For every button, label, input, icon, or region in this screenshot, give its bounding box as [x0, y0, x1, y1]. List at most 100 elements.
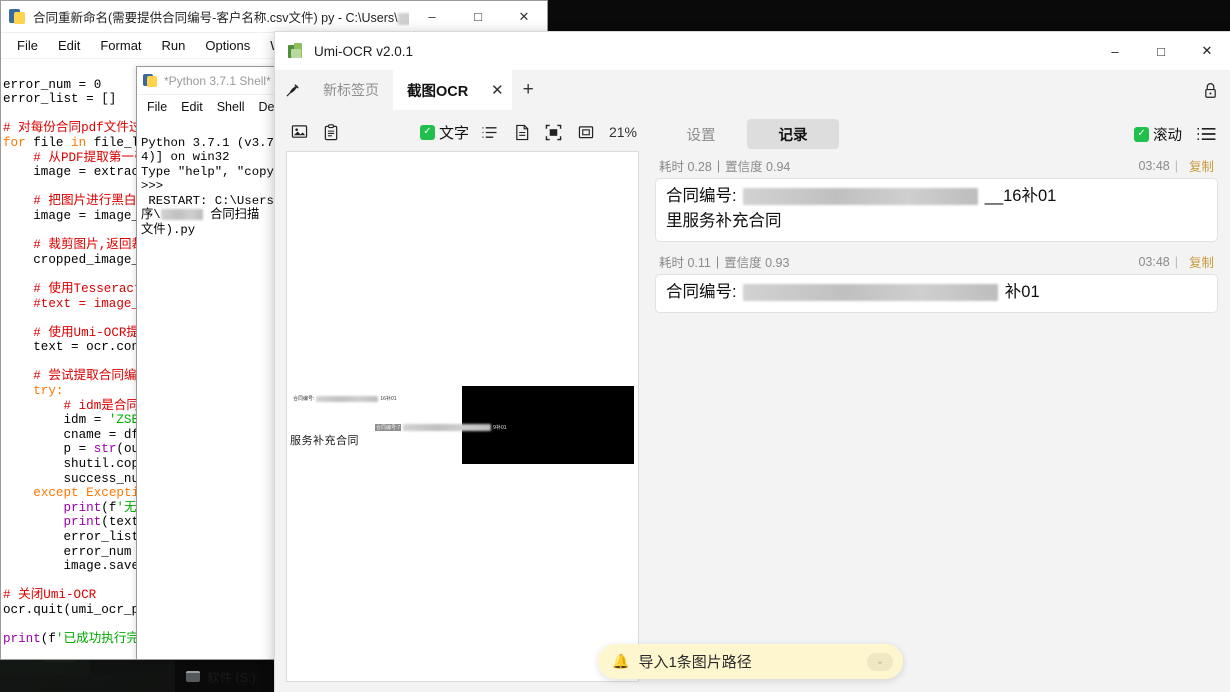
idle-close-button[interactable]: ✕	[501, 1, 547, 32]
umi-close-button[interactable]: ✕	[1184, 32, 1230, 70]
umi-content-body: ✓ 文字 21% 合同编号: 16补01 合同编号:7 9补01 服务补充合同 …	[275, 110, 1230, 692]
umi-minimize-button[interactable]: –	[1092, 32, 1138, 70]
idle-title-bar[interactable]: 合同重新命名(需要提供合同编号-客户名称.csv文件) py - C:\User…	[1, 1, 547, 33]
redacted-path	[397, 12, 409, 25]
code-line: image = image_to	[3, 208, 155, 223]
idle-minimize-button[interactable]: –	[409, 1, 455, 32]
idle-maximize-button[interactable]: □	[455, 1, 501, 32]
idle-menu-edit[interactable]: Edit	[48, 36, 90, 55]
crop-frame-icon[interactable]	[541, 120, 567, 144]
shell-menu-file[interactable]: File	[140, 98, 174, 116]
record-body[interactable]: 合同编号: 补01	[655, 274, 1218, 313]
record-body[interactable]: 合同编号: __16补01 里服务补充合同	[655, 178, 1218, 242]
record-meta-separator-2: |	[1174, 254, 1178, 269]
list-menu-icon[interactable]	[1194, 123, 1218, 145]
code-line: image.save(f	[3, 559, 154, 574]
record-timestamp: 03:48	[1138, 254, 1170, 269]
toast-notification[interactable]: 🔔 导入1条图片路径 ⌄	[598, 644, 903, 679]
record-duration: 耗时 0.28	[659, 160, 712, 174]
record-confidence: 置信度 0.93	[724, 256, 790, 270]
code-line: error_num +=	[3, 544, 155, 559]
code-line: shutil.copy(	[3, 457, 155, 472]
umi-ocr-window[interactable]: Umi-OCR v2.0.1 – □ ✕ 新标签页 截图OCR ✕ + ✓ 文字…	[275, 32, 1230, 692]
record-duration: 耗时 0.11	[659, 256, 711, 270]
result-record-list[interactable]: 耗时 0.28 | 置信度 0.94 03:48 | 复制 合同编号: __16…	[655, 150, 1218, 692]
result-panel-header[interactable]: 设置 记录 ✓ 滚动	[655, 118, 1218, 150]
idle-window-controls[interactable]: – □ ✕	[409, 1, 547, 32]
record-copy-button[interactable]: 复制	[1189, 252, 1214, 271]
tab-records[interactable]: 记录	[747, 119, 839, 149]
shell-output-area[interactable]: Python 3.7.1 (v3.7.1 4)] on win32 Type "…	[137, 119, 289, 237]
taskbar	[0, 660, 175, 692]
image-preview-panel: ✓ 文字 21% 合同编号: 16补01 合同编号:7 9补01 服务补充合同	[275, 110, 647, 692]
scan-line-2-prefix: 合同编号:7	[375, 424, 402, 431]
scan-redacted-1	[316, 395, 379, 402]
record-meta-separator: |	[716, 158, 721, 173]
auto-scroll-checkbox[interactable]: ✓ 滚动	[1134, 124, 1182, 145]
scan-line-1-suffix: 16补01	[380, 396, 397, 402]
shell-line: 文件).py	[141, 222, 196, 237]
idle-menu-options[interactable]: Options	[195, 36, 260, 55]
text-layer-label: 文字	[438, 124, 469, 142]
toast-collapse-button[interactable]: ⌄	[867, 652, 893, 671]
scan-line-1-prefix: 合同编号:	[293, 396, 315, 402]
result-record-card[interactable]: 耗时 0.11 | 置信度 0.93 03:48 | 复制 合同编号: 补01	[655, 252, 1218, 313]
image-toolbar[interactable]: ✓ 文字 21%	[286, 118, 639, 146]
shell-line: RESTART: C:\Users\	[141, 193, 282, 208]
toast-message: 导入1条图片路径	[638, 654, 752, 671]
list-lines-icon[interactable]	[477, 120, 503, 144]
pin-icon[interactable]	[275, 70, 309, 110]
record-meta-separator-2: |	[1174, 158, 1178, 173]
shell-title-bar[interactable]: *Python 3.7.1 Shell*	[137, 67, 281, 95]
paste-clipboard-icon[interactable]	[318, 120, 344, 144]
shell-line: Python 3.7.1 (v3.7.1	[141, 135, 289, 150]
python-idle-icon	[9, 8, 26, 25]
umi-tab-bar[interactable]: 新标签页 截图OCR ✕ +	[275, 70, 1230, 111]
idle-menu-file[interactable]: File	[7, 36, 48, 55]
record-line-suffix: __16补01	[984, 187, 1057, 205]
umi-window-controls[interactable]: – □ ✕	[1092, 32, 1230, 70]
record-copy-button[interactable]: 复制	[1189, 156, 1214, 175]
code-line: print(f'已成功执行完	[3, 632, 140, 647]
code-line: # 对每份合同pdf文件过	[3, 121, 142, 136]
tab-settings[interactable]: 设置	[655, 119, 747, 149]
tab-close-icon[interactable]: ✕	[482, 70, 513, 110]
python-idle-icon	[143, 73, 158, 88]
auto-scroll-label: 滚动	[1153, 127, 1182, 144]
scanned-document-preview: 合同编号: 16补01 合同编号:7 9补01 服务补充合同	[287, 384, 638, 494]
code-line: # idm是合同编	[3, 398, 152, 413]
lock-icon[interactable]	[1190, 70, 1230, 110]
umi-title-bar[interactable]: Umi-OCR v2.0.1 – □ ✕	[275, 32, 1230, 70]
code-line: error_num = 0	[3, 77, 102, 92]
record-text-line: 合同编号: 补01	[666, 280, 1207, 305]
tab-screenshot-ocr[interactable]: 截图OCR	[393, 70, 483, 110]
umi-maximize-button[interactable]: □	[1138, 32, 1184, 70]
image-canvas[interactable]: 合同编号: 16补01 合同编号:7 9补01 服务补充合同	[286, 151, 639, 682]
shell-menu-shell[interactable]: Shell	[210, 98, 252, 116]
shell-menu-edit[interactable]: Edit	[174, 98, 210, 116]
code-line: # 使用Umi-OCR提取	[3, 325, 152, 340]
code-line: cname = df.l	[3, 427, 155, 442]
tab-new-page[interactable]: 新标签页	[309, 70, 393, 110]
umi-ocr-logo-icon	[288, 42, 305, 60]
text-layer-checkbox[interactable]: ✓ 文字	[419, 122, 469, 143]
shell-menu-bar[interactable]: File Edit Shell Debu	[137, 95, 288, 119]
python-shell-window[interactable]: *Python 3.7.1 Shell* File Edit Shell Deb…	[136, 66, 289, 660]
result-record-card[interactable]: 耗时 0.28 | 置信度 0.94 03:48 | 复制 合同编号: __16…	[655, 156, 1218, 242]
idle-window-title: 合同重新命名(需要提供合同编号-客户名称.csv文件) py - C:\User…	[33, 7, 409, 26]
tab-bar-spacer	[544, 70, 1190, 110]
tab-add-icon[interactable]: +	[512, 70, 545, 110]
idle-menu-format[interactable]: Format	[90, 36, 151, 55]
save-file-icon[interactable]	[509, 120, 535, 144]
open-image-icon[interactable]	[286, 120, 312, 144]
taskbar-drive-item[interactable]: 软件 (S:)	[186, 660, 286, 692]
record-line-prefix: 合同编号:	[666, 283, 737, 301]
code-line: try:	[3, 384, 64, 399]
fit-window-icon[interactable]	[573, 120, 599, 144]
idle-menu-run[interactable]: Run	[152, 36, 196, 55]
